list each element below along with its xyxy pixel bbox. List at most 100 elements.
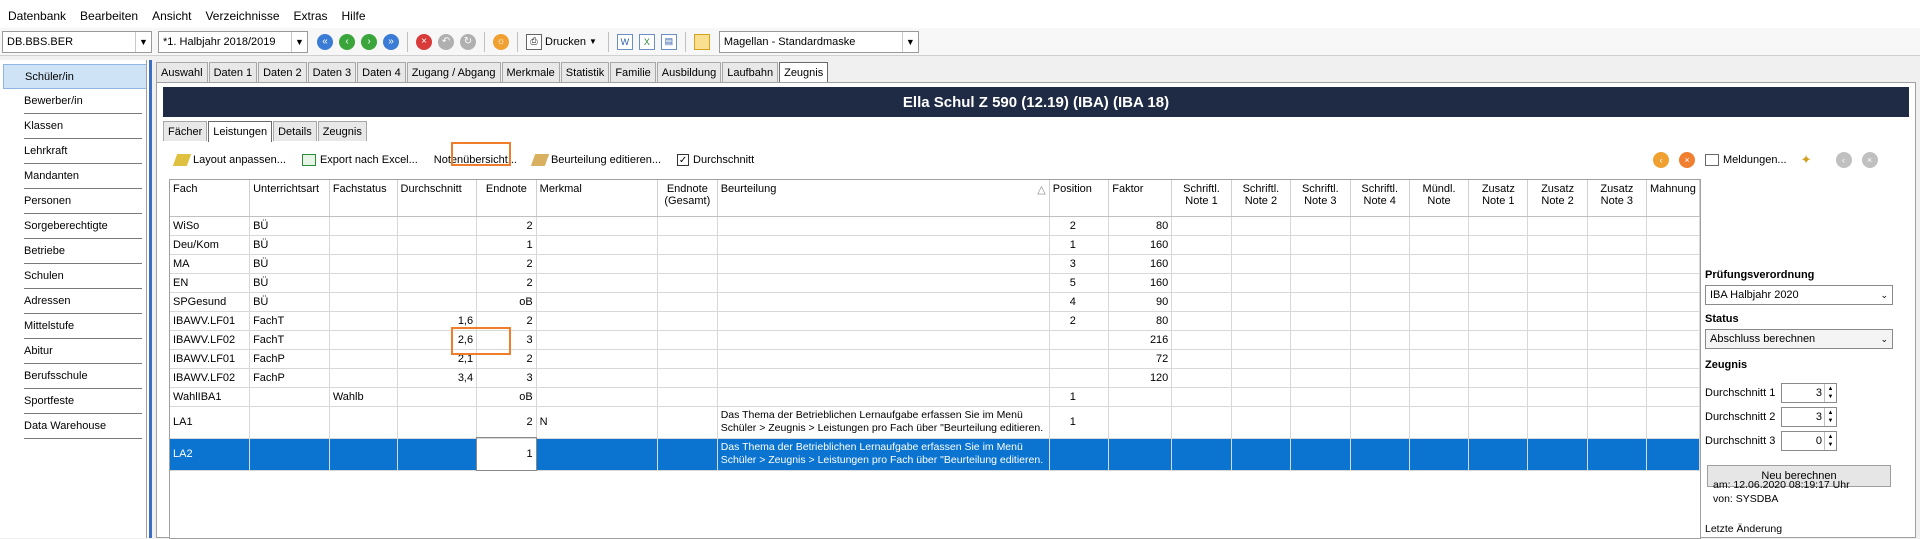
table-cell[interactable]: 72 — [1108, 349, 1173, 369]
col-header-faktor[interactable]: Faktor — [1108, 180, 1173, 217]
table-cell[interactable]: 160 — [1108, 254, 1173, 274]
table-row[interactable]: SPGesund BÜ oB 4 90 — [170, 292, 1700, 312]
table-cell[interactable] — [1171, 235, 1232, 255]
table-cell[interactable] — [1409, 311, 1470, 331]
table-row[interactable]: LA2 1 Das Thema der Betrieblichen Lernaufg… — [170, 437, 1700, 471]
table-cell[interactable]: 160 — [1108, 235, 1173, 255]
col-header-durchschnitt[interactable]: Durchschnitt — [397, 180, 478, 217]
table-cell[interactable]: BÜ — [249, 273, 330, 293]
table-cell[interactable]: 2 — [476, 216, 537, 236]
table-cell[interactable] — [397, 254, 478, 274]
table-cell[interactable]: FachP — [249, 349, 330, 369]
table-cell[interactable] — [657, 292, 718, 312]
table-cell[interactable] — [329, 235, 398, 255]
table-cell[interactable]: 1 — [476, 235, 537, 255]
table-cell[interactable]: N — [536, 406, 658, 439]
table-cell[interactable]: oB — [476, 387, 537, 407]
menu-verzeichnisse[interactable]: Verzeichnisse — [205, 9, 279, 23]
table-cell[interactable] — [1231, 273, 1292, 293]
stepper-arrows-icon[interactable]: ▲ ▼ — [1824, 384, 1836, 402]
export-excel-button[interactable]: Export nach Excel... — [301, 154, 418, 166]
table-cell[interactable] — [1587, 330, 1647, 350]
table-cell[interactable]: 2 — [476, 311, 537, 331]
tab-leistungen[interactable]: Leistungen — [208, 121, 273, 142]
table-cell[interactable] — [1468, 438, 1529, 471]
table-cell[interactable]: IBAWV.LF02 — [170, 330, 251, 350]
table-cell[interactable] — [1468, 330, 1529, 350]
table-cell[interactable] — [329, 368, 398, 388]
table-cell[interactable] — [1527, 235, 1588, 255]
table-cell[interactable] — [1646, 330, 1700, 350]
table-cell[interactable]: 216 — [1108, 330, 1173, 350]
table-cell[interactable] — [536, 438, 658, 471]
col-header-zusatz-3[interactable]: Zusatz Note 3 — [1587, 180, 1647, 217]
table-cell[interactable] — [1646, 235, 1700, 255]
table-cell[interactable]: Deu/Kom — [170, 235, 251, 255]
table-cell[interactable] — [1171, 311, 1232, 331]
overview-button[interactable]: Notenübersicht... — [434, 154, 517, 166]
table-cell[interactable] — [1587, 216, 1647, 236]
word-icon[interactable]: W — [616, 33, 633, 50]
print-button[interactable]: ⎙ Drucken ▼ — [523, 33, 597, 50]
table-cell[interactable] — [1171, 438, 1232, 471]
table-cell[interactable]: 3 — [1049, 254, 1110, 274]
stepper-arrows-icon[interactable]: ▲ ▼ — [1824, 408, 1836, 426]
table-cell[interactable] — [329, 292, 398, 312]
table-cell[interactable] — [329, 330, 398, 350]
table-cell[interactable] — [1049, 438, 1110, 471]
table-cell[interactable] — [657, 438, 718, 471]
table-cell[interactable] — [1231, 254, 1292, 274]
table-cell[interactable] — [397, 273, 478, 293]
tab-zeugnis-inner[interactable]: Zeugnis — [317, 121, 367, 141]
table-cell[interactable] — [1527, 292, 1588, 312]
table-cell[interactable] — [1527, 254, 1588, 274]
tab-daten-3[interactable]: Daten 3 — [307, 62, 357, 82]
table-cell[interactable] — [1646, 254, 1700, 274]
table-cell[interactable] — [1108, 387, 1173, 407]
sidebar-item-mandanten[interactable]: Mandanten — [24, 164, 142, 189]
period-select[interactable]: *1. Halbjahr 2018/2019 ▼ — [158, 30, 308, 53]
table-cell[interactable] — [657, 273, 718, 293]
table-cell[interactable] — [1468, 216, 1529, 236]
tab-laufbahn[interactable]: Laufbahn — [722, 62, 779, 82]
table-cell[interactable] — [1409, 406, 1470, 439]
report-icon[interactable]: ▤ — [660, 33, 677, 50]
table-cell[interactable] — [536, 216, 658, 236]
delete-icon[interactable]: × — [416, 33, 432, 50]
table-cell[interactable] — [1409, 273, 1470, 293]
table-cell[interactable] — [1290, 216, 1351, 236]
table-cell[interactable] — [1290, 330, 1351, 350]
table-cell[interactable]: BÜ — [249, 216, 330, 236]
table-cell[interactable]: 3 — [476, 330, 537, 350]
table-cell[interactable]: 1,6 — [397, 311, 478, 331]
table-cell[interactable] — [1350, 438, 1410, 471]
durchschnitt-2-stepper[interactable]: 3 ▲ ▼ — [1781, 407, 1837, 427]
table-cell[interactable] — [1646, 216, 1700, 236]
table-cell[interactable] — [1290, 387, 1351, 407]
table-cell[interactable] — [1171, 292, 1232, 312]
table-cell[interactable]: WahlIBA1 — [170, 387, 251, 407]
table-cell[interactable] — [1468, 292, 1529, 312]
table-cell[interactable] — [1587, 438, 1647, 471]
table-cell[interactable] — [1409, 216, 1470, 236]
table-cell[interactable] — [1468, 273, 1529, 293]
table-cell[interactable] — [717, 387, 1050, 407]
table-cell[interactable] — [1290, 273, 1351, 293]
table-cell[interactable]: 2,1 — [397, 349, 478, 369]
table-cell[interactable]: IBAWV.LF02 — [170, 368, 251, 388]
table-cell[interactable] — [1290, 349, 1351, 369]
table-cell[interactable] — [329, 254, 398, 274]
table-cell[interactable] — [536, 368, 658, 388]
table-cell[interactable] — [717, 216, 1050, 236]
durchschnitt-1-stepper[interactable]: 3 ▲ ▼ — [1781, 383, 1837, 403]
table-cell[interactable] — [657, 235, 718, 255]
table-cell[interactable]: 1 — [475, 437, 538, 471]
settings-icon[interactable]: ☼ — [493, 33, 509, 50]
table-cell[interactable] — [1409, 349, 1470, 369]
table-cell[interactable]: 4 — [1049, 292, 1110, 312]
table-cell[interactable] — [717, 254, 1050, 274]
table-cell[interactable] — [717, 349, 1050, 369]
table-cell[interactable] — [536, 292, 658, 312]
sidebar-item-adressen[interactable]: Adressen — [24, 289, 142, 314]
menu-hilfe[interactable]: Hilfe — [342, 9, 366, 23]
